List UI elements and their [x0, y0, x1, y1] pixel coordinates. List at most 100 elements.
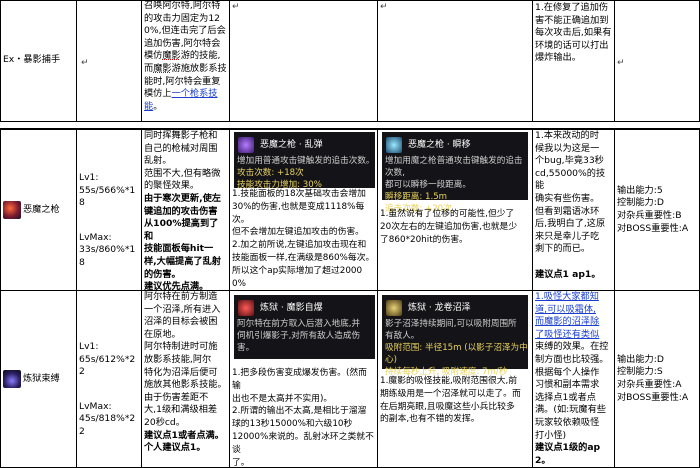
desc-line: 由于伤害差距不	[144, 391, 209, 403]
comment-line: 玩家较依赖吸怪	[535, 416, 600, 428]
ap-text-line: 但不会增加左键追加攻击的伤害。	[232, 227, 364, 238]
comment-line: 打小怪)	[535, 429, 567, 441]
comment-line: 候我以为这是一	[535, 142, 600, 154]
row2-ap2-cell: 炼狱 · 龙卷沼泽 影子沼泽持续期间,可以吸附周围所 有敌人。 吸附范围: 半径15…	[378, 291, 533, 468]
desc-line: 20秒cd。	[144, 416, 185, 428]
cell-mark: ↵	[617, 58, 625, 68]
comment-line: 建议点1级的ap2。	[535, 442, 601, 466]
rating-line: 输出能力:5	[617, 184, 663, 196]
row2-lvmax-value: 45s/818%*22	[79, 413, 136, 437]
desc-line: 同时挥舞影子枪和	[144, 130, 218, 141]
desc-segment: 一个枪	[171, 88, 200, 100]
rating-line: 控制能力:D	[617, 197, 664, 209]
row2-rating-cell: 输出能力:D 控制能力:S 对杂兵重要性:A 对BOSS重要性:A	[615, 291, 700, 468]
ap-text-line: 2.加之前所说,左键追加攻击现在和	[232, 240, 367, 251]
desc-segment: 游施放影	[171, 62, 209, 74]
skill-table: Ex・暴影捕手 ↵ 召唤阿尔特,阿尔特的攻击力固定为120%,但连击完了后会追加…	[0, 0, 700, 468]
cell-mark: ↵	[232, 2, 240, 12]
row1-ap2-text: 1.虽然说有了位移的可能性,但少了 20次左右的左键追加伤害,也就是少 了860*2…	[378, 208, 532, 246]
desc-segment: 魔影	[162, 50, 181, 62]
comment-line: 后,我明白了,这原	[535, 218, 606, 230]
ap-text-line: 期练级用是一个沼泽就可以走了。而	[380, 388, 521, 399]
ap-text-line: 技能面板一样,在满级是860%每次。	[232, 252, 375, 263]
top-row-comment: 1.在修复了追加伤害不能正确追加到每次攻击后,如果有环境的话可以打出爆炸输出。	[535, 2, 612, 64]
row2-ap2-title: 炼狱 · 龙卷沼泽	[408, 303, 471, 313]
ap-text-line: 20次左右的左键追加伤害,也就是少	[380, 221, 518, 232]
ap-skill-icon	[386, 300, 402, 316]
comment-line: 确实有些伤害。	[535, 192, 600, 204]
row1-name: 恶魔之枪	[23, 203, 60, 215]
top-row-ap2-cell: ↵	[378, 0, 533, 122]
row2-ap1-tooltip: 炼狱 · 魔影自爆 阿尔特在前方取入后潜入地底,并 伺机引爆影子,对所有敌人造成伤…	[234, 295, 375, 359]
row2-desc-cell: 阿尔特在前方制造 一个沼泽,所有进入 沼泽的目标会被困 在原地。 阿尔特制进时可施 放影系…	[142, 291, 230, 468]
row2-comment-cell: 1.吸怪大家都知 道,可以吸霜体, 而魔影的沼泽除 了吸怪还有类似 束缚的效果。在控 制方…	[533, 291, 615, 468]
row1-ap1-cell: 恶魔之枪 · 乱弹 增加用普通攻击键触发的追击次数。 攻击次数: +18次 技能攻击…	[230, 129, 378, 291]
row2-lvmax-label: LvMax:	[79, 400, 112, 412]
desc-line: 个人建议点1。	[144, 442, 206, 454]
desc-line: 范围不大,但有略微	[144, 167, 221, 179]
row2-lv1-value: 65s/612%*22	[79, 353, 136, 378]
desc-line: 建议优先点满。	[144, 281, 209, 291]
row2-ap2-text: 1.魔影的吸怪技能,吸附范围很大,前 期练级用是一个沼泽就可以走了。而 在后期亮眼,…	[378, 375, 532, 426]
comment-line: 选择点1或者点	[535, 391, 596, 403]
comment-line: 建议点1 ap1。	[535, 268, 601, 280]
desc-segment: 攻击力固定为	[153, 12, 209, 24]
desc-line: 建议点1或者点满。	[144, 429, 224, 441]
comment-line: 习惯和副本需求	[535, 379, 600, 391]
row1-comment-cell: 1.本来改动的时 候我以为这是一 个bug,毕竟33秒 cd,55000%的技能 确实有…	[533, 129, 615, 291]
row2-rating: 输出能力:D 控制能力:S 对杂兵重要性:A 对BOSS重要性:A	[617, 354, 688, 404]
top-row-last-cell: ↵	[615, 0, 700, 122]
ap-text-line: 2.所谓的输出不太高,是相比于溜溜	[232, 406, 367, 417]
desc-line: 阿尔特在前方制造	[144, 291, 218, 302]
row2-lv1-label: Lv1:	[79, 341, 99, 352]
row2-ap1-title: 炼狱 · 魔影自爆	[260, 303, 323, 313]
top-row-name-cell: Ex・暴影捕手	[0, 0, 77, 122]
ap-skill-icon	[238, 300, 254, 316]
comment-line: 但看到霜语冰环	[535, 205, 600, 217]
tooltip-line: 有敌人。	[385, 331, 420, 341]
desc-line: 键追加的攻击伤害	[144, 205, 218, 217]
row2-ap1-cell: 炼狱 · 魔影自爆 阿尔特在前方取入后潜入地底,并 伺机引爆影子,对所有敌人造成伤…	[230, 291, 378, 468]
ap-text-line: 的副本,也有不错的发挥。	[380, 414, 480, 425]
row2-name: 炼狱束缚	[23, 372, 60, 384]
row1-level-cell: Lv1: 55s/566%*18 LvMax: 33s/860%*18	[77, 129, 142, 291]
top-row-desc: 召唤阿尔特,阿尔特的攻击力固定为120%,但连击完了后会追加伤害,阿尔特会模仿魔…	[144, 0, 227, 113]
ap-text-line: 出也不是太高并不实用)。	[232, 393, 333, 404]
purgatory-bind-skill-icon	[3, 370, 21, 388]
top-row-comment-cell: 1.在修复了追加伤害不能正确追加到每次攻击后,如果有环境的话可以打出爆炸输出。	[533, 0, 615, 122]
ap-text-line: 1.虽然说有了位移的可能性,但少了	[380, 209, 515, 219]
comment-line: 束缚的效果。在控	[535, 341, 609, 353]
tooltip-line: 都可以瞬移一段距离。	[385, 180, 471, 190]
tooltip-line: 增加用普通攻击键触发的追击次数。	[237, 156, 375, 166]
row2-ap2-tooltip: 炼狱 · 龙卷沼泽 影子沼泽持续期间,可以吸附周围所 有敌人。 吸附范围: 半径15…	[382, 295, 528, 377]
row1-ap1-text: 1.技能面板的18次基础攻击会增加 30%的伤害,也就是变成1118%每次。 但不会…	[230, 188, 377, 290]
row1-lvmax-value: 33s/860%*18	[79, 244, 136, 268]
row1-lv1-label: Lv1:	[79, 172, 99, 183]
rating-line: 输出能力:D	[617, 353, 664, 365]
cell-mark: ↵	[380, 2, 388, 12]
comment-line: 1.本来改动的时	[535, 130, 599, 141]
row1-ap2-title: 恶魔之枪 · 瞬移	[408, 140, 471, 150]
ap-text-line: 所以这个ap实际增加了超过20000%	[232, 265, 363, 289]
desc-line: 样,大幅提高了乱射	[144, 255, 221, 267]
desc-line: 放影系技能,阿尔	[144, 353, 212, 365]
desc-line: 乱射。	[144, 155, 172, 167]
tooltip-line: 吸附范围: 半径15m (以影子沼泽为中心)	[385, 343, 528, 365]
rating-line: 对BOSS重要性:A	[617, 391, 689, 403]
ap-text-line: 1.把多段伤害变成爆发伤害。(然而输	[232, 368, 367, 391]
tooltip-line: 瞬移距离: 1.5m	[385, 192, 448, 202]
row1-desc: 同时挥舞影子枪和 自己的枪械对周围 乱射。 范围不大,但有略微 的聚怪效果。 由于寒次更新…	[144, 130, 227, 291]
top-row-desc-cell: 召唤阿尔特,阿尔特的攻击力固定为120%,但连击完了后会追加伤害,阿尔特会模仿魔…	[142, 0, 230, 122]
comment-line: cd,55000%的技能	[535, 167, 606, 192]
comment-line: 制方面也比较强。	[535, 353, 609, 365]
row1-desc-cell: 同时挥舞影子枪和 自己的枪械对周围 乱射。 范围不大,但有略微 的聚怪效果。 由于寒次更新…	[142, 129, 230, 291]
ap-text-line: 在后期亮眼,且吸魔这些小兵比较多	[380, 401, 515, 412]
desc-line: 技能面板每hit一	[144, 243, 214, 255]
tooltip-line: 害。	[237, 343, 255, 353]
desc-segment: 游的技	[180, 50, 209, 62]
comment-line: 而魔影的沼泽除	[535, 316, 600, 328]
row1-name-cell: 恶魔之枪	[0, 129, 77, 291]
desc-segment: 。	[153, 100, 163, 112]
tooltip-line: 阿尔特在前方取入后潜入地底,并	[237, 319, 361, 329]
comment-line: 满。(如:玩魔有些	[535, 404, 606, 416]
